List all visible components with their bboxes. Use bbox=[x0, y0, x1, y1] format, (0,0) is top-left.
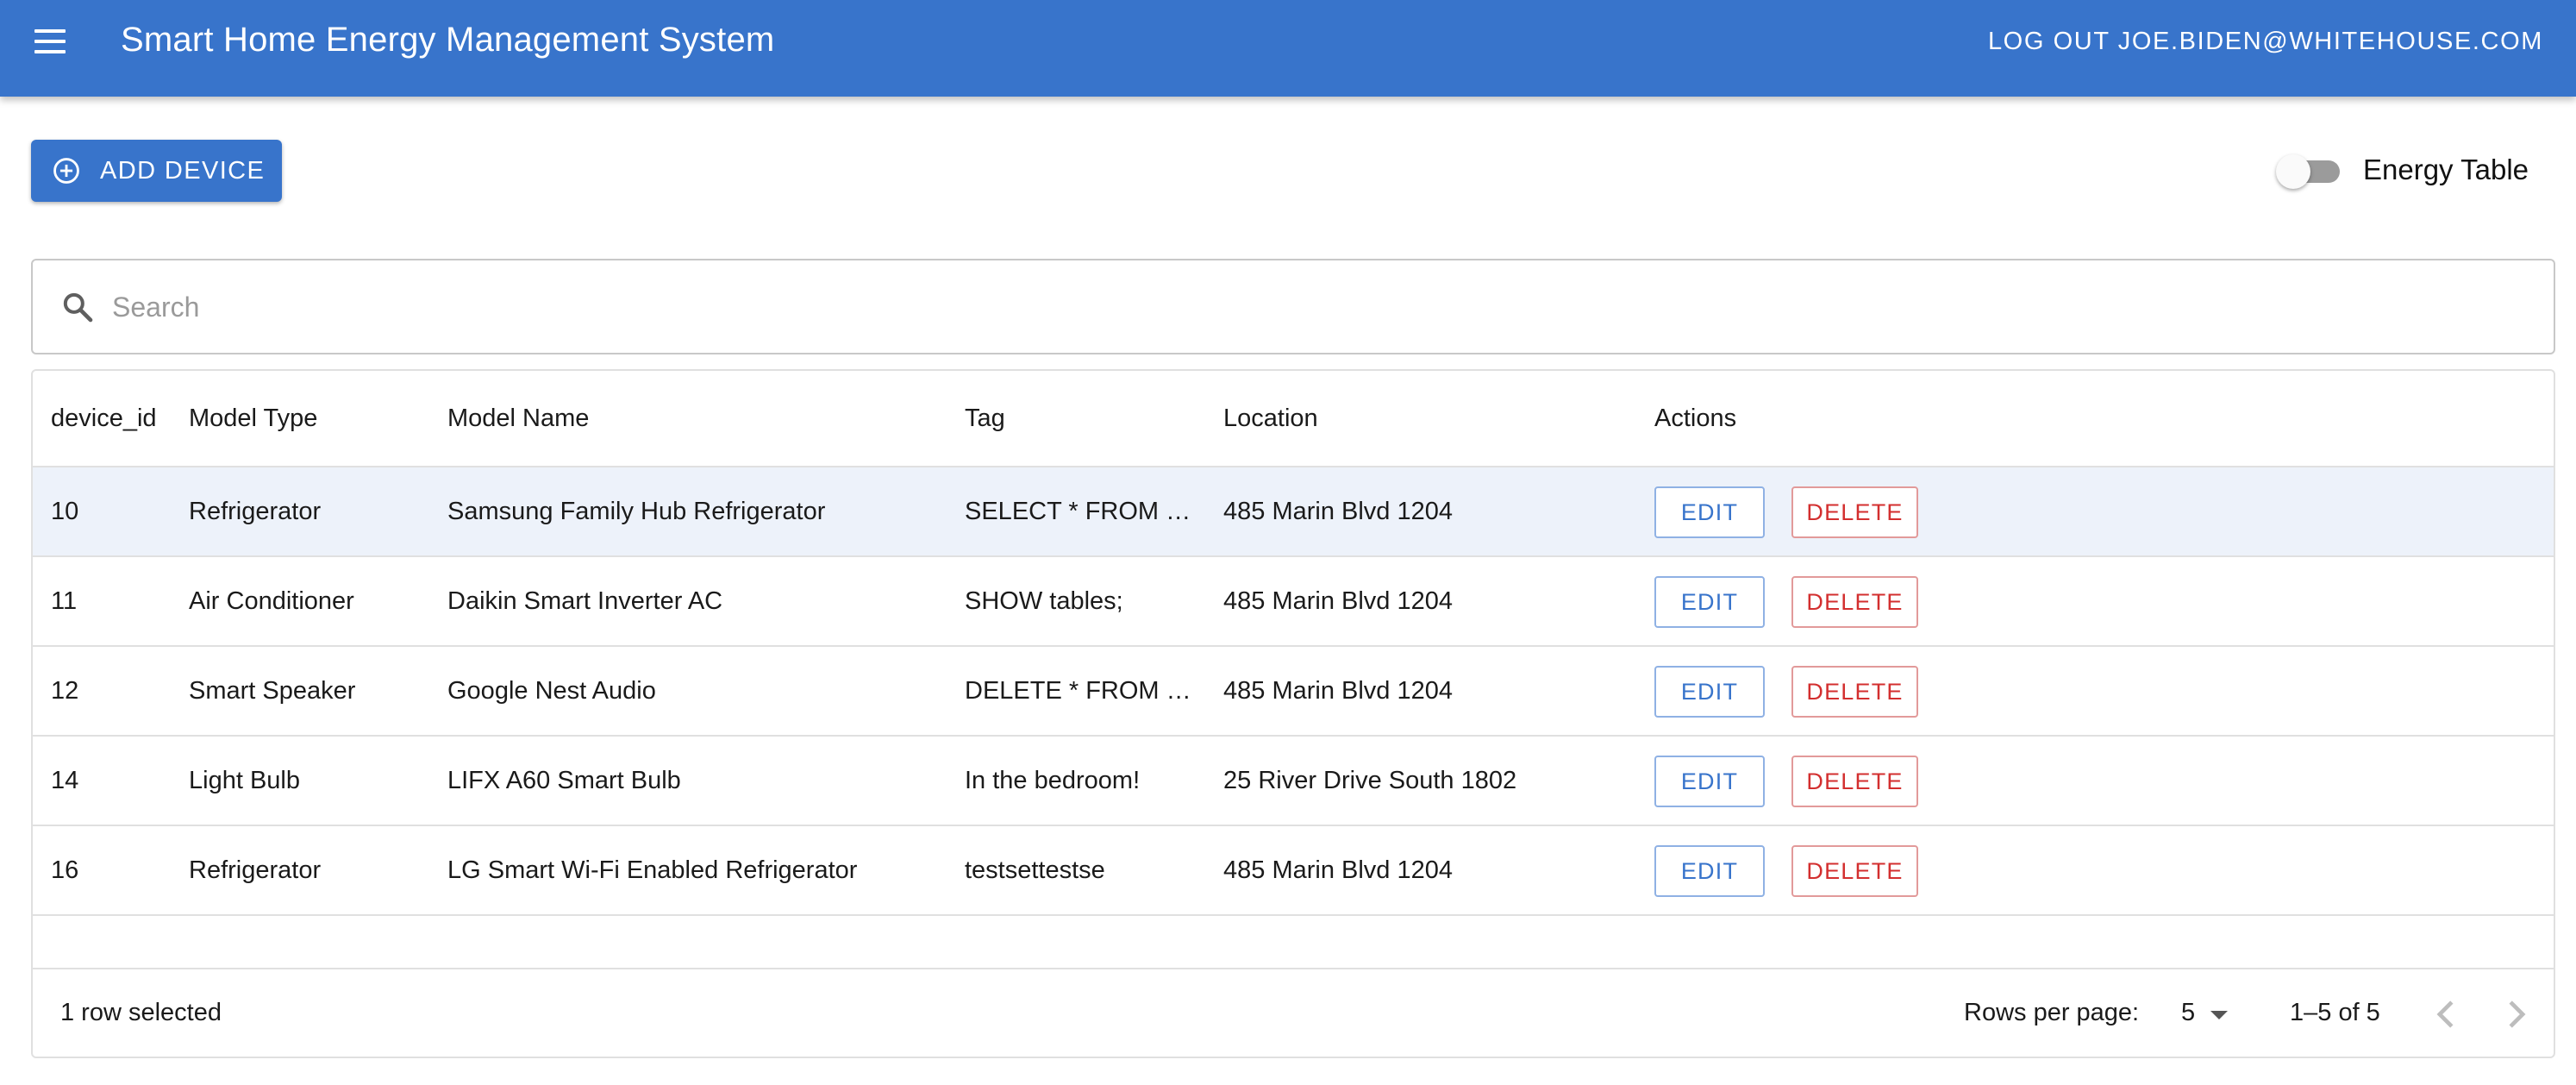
table-header-row: device_id Model Type Model Name Tag Loca… bbox=[33, 371, 2554, 467]
cell-model-name: Daikin Smart Inverter AC bbox=[447, 586, 723, 615]
rows-per-page-label: Rows per page: bbox=[1964, 999, 2140, 1026]
cell-actions: EDIT DELETE bbox=[1654, 467, 2172, 555]
cell-model-type: Refrigerator bbox=[189, 497, 322, 525]
cell-location: 485 Marin Blvd 1204 bbox=[1223, 586, 1453, 615]
search-input[interactable] bbox=[110, 279, 2507, 335]
table-row[interactable]: 14 Light Bulb LIFX A60 Smart Bulb In the… bbox=[33, 737, 2554, 826]
cell-tag: In the bedroom! bbox=[965, 737, 1215, 825]
selected-row-count: 1 row selected bbox=[60, 999, 222, 1026]
cell-model-name: Google Nest Audio bbox=[447, 676, 656, 705]
cell-tag: SHOW tables; bbox=[965, 557, 1215, 645]
delete-button[interactable]: DELETE bbox=[1791, 756, 1918, 807]
delete-button[interactable]: DELETE bbox=[1791, 486, 1918, 538]
search-icon bbox=[63, 292, 93, 323]
column-header-device-id[interactable]: device_id bbox=[51, 371, 180, 466]
add-circle-icon bbox=[53, 158, 79, 184]
rows-per-page-value: 5 bbox=[2181, 999, 2196, 1026]
column-header-actions: Actions bbox=[1654, 404, 1737, 432]
cell-model-name: LG Smart Wi-Fi Enabled Refrigerator bbox=[447, 856, 858, 884]
edit-button[interactable]: EDIT bbox=[1654, 845, 1765, 897]
device-table: device_id Model Type Model Name Tag Loca… bbox=[31, 369, 2555, 1058]
column-header-model-type[interactable]: Model Type bbox=[189, 371, 439, 466]
table-row[interactable]: 11 Air Conditioner Daikin Smart Inverter… bbox=[33, 557, 2554, 647]
cell-location: 485 Marin Blvd 1204 bbox=[1223, 676, 1453, 705]
cell-device-id: 12 bbox=[51, 676, 79, 705]
cell-model-type: Light Bulb bbox=[189, 766, 300, 794]
cell-location: 485 Marin Blvd 1204 bbox=[1223, 856, 1453, 884]
energy-table-toggle[interactable] bbox=[2276, 154, 2345, 189]
cell-device-id: 16 bbox=[51, 856, 79, 884]
cell-location: 25 River Drive South 1802 bbox=[1223, 766, 1517, 794]
cell-device-id: 10 bbox=[51, 497, 79, 525]
cell-model-type: Refrigerator bbox=[189, 856, 322, 884]
chevron-down-icon bbox=[2210, 1011, 2228, 1019]
table-row[interactable]: 16 Refrigerator LG Smart Wi-Fi Enabled R… bbox=[33, 826, 2554, 916]
cell-actions: EDIT DELETE bbox=[1654, 826, 2172, 914]
cell-tag: testsettestse bbox=[965, 826, 1215, 914]
cell-actions: EDIT DELETE bbox=[1654, 737, 2172, 825]
column-header-tag[interactable]: Tag bbox=[965, 371, 1215, 466]
table-row[interactable]: 10 Refrigerator Samsung Family Hub Refri… bbox=[33, 467, 2554, 557]
cell-tag-text: In the bedroom! bbox=[965, 766, 1141, 794]
delete-button[interactable]: DELETE bbox=[1791, 666, 1918, 718]
table-row[interactable]: 12 Smart Speaker Google Nest Audio DELET… bbox=[33, 647, 2554, 737]
chevron-right-icon[interactable] bbox=[2492, 990, 2540, 1038]
rows-per-page-select[interactable]: 5 bbox=[2174, 994, 2235, 1035]
add-device-label: ADD DEVICE bbox=[100, 157, 266, 185]
cell-tag-text: DELETE * FROM … bbox=[965, 676, 1191, 705]
cell-location: 485 Marin Blvd 1204 bbox=[1223, 497, 1453, 525]
edit-button[interactable]: EDIT bbox=[1654, 666, 1765, 718]
delete-button[interactable]: DELETE bbox=[1791, 576, 1918, 628]
cell-device-id: 14 bbox=[51, 766, 79, 794]
table-footer: 1 row selected Rows per page: 5 1–5 of 5 bbox=[33, 968, 2554, 1057]
energy-table-label: Energy Table bbox=[2363, 154, 2529, 185]
cell-model-type: Air Conditioner bbox=[189, 586, 354, 615]
cell-tag-text: testsettestse bbox=[965, 856, 1105, 884]
cell-tag: DELETE * FROM … bbox=[965, 647, 1215, 735]
cell-model-name: LIFX A60 Smart Bulb bbox=[447, 766, 681, 794]
edit-button[interactable]: EDIT bbox=[1654, 486, 1765, 538]
cell-actions: EDIT DELETE bbox=[1654, 557, 2172, 645]
cell-actions: EDIT DELETE bbox=[1654, 647, 2172, 735]
pagination-range: 1–5 of 5 bbox=[2290, 999, 2380, 1026]
app-bar: Smart Home Energy Management System LOG … bbox=[0, 0, 2576, 97]
edit-button[interactable]: EDIT bbox=[1654, 756, 1765, 807]
cell-tag-text: SELECT * FROM … bbox=[965, 497, 1191, 525]
edit-button[interactable]: EDIT bbox=[1654, 576, 1765, 628]
menu-icon[interactable] bbox=[31, 22, 72, 64]
chevron-left-icon[interactable] bbox=[2423, 990, 2471, 1038]
delete-button[interactable]: DELETE bbox=[1791, 845, 1918, 897]
toggle-thumb bbox=[2276, 154, 2310, 189]
column-header-location[interactable]: Location bbox=[1223, 371, 1646, 466]
search-box bbox=[31, 259, 2555, 354]
cell-model-type: Smart Speaker bbox=[189, 676, 356, 705]
add-device-button[interactable]: ADD DEVICE bbox=[31, 140, 282, 202]
cell-tag-text: SHOW tables; bbox=[965, 586, 1123, 615]
logout-button[interactable]: LOG OUT JOE.BIDEN@WHITEHOUSE.COM bbox=[1988, 28, 2543, 56]
column-header-model-name[interactable]: Model Name bbox=[447, 371, 956, 466]
cell-tag: SELECT * FROM … bbox=[965, 467, 1215, 555]
cell-model-name: Samsung Family Hub Refrigerator bbox=[447, 497, 826, 525]
cell-device-id: 11 bbox=[51, 586, 78, 615]
app-title: Smart Home Energy Management System bbox=[121, 21, 775, 59]
